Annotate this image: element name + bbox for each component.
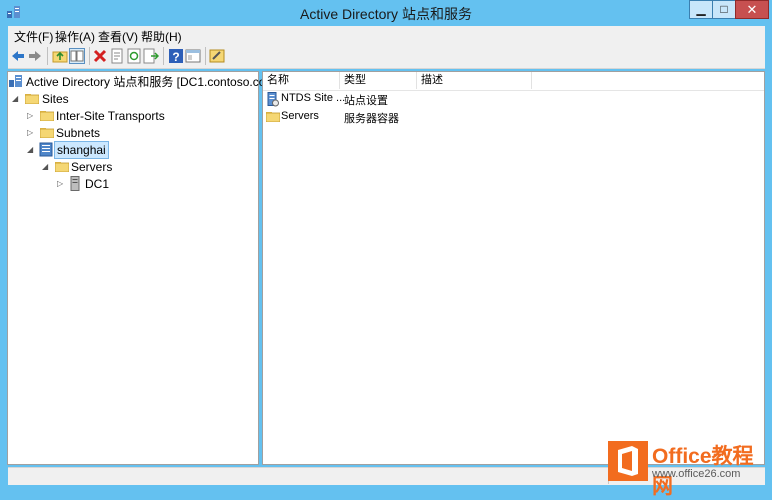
view-icon[interactable] — [185, 48, 201, 64]
tree-item-shanghai[interactable]: ◢ shanghai — [27, 141, 227, 159]
list-item[interactable]: Servers 服务器容器 — [263, 109, 764, 126]
expand-arrow-icon[interactable]: ▷ — [57, 180, 65, 188]
tree-pane[interactable]: Active Directory 站点和服务 [DC1.contoso.com]… — [7, 71, 279, 465]
maximize-icon: □ — [720, 2, 728, 16]
column-header-description[interactable]: 描述 — [417, 72, 532, 89]
toolbar-separator — [47, 47, 48, 65]
menu-action[interactable]: 操作(A) — [55, 28, 95, 45]
app-window: Active Directory 站点和服务 ▁ □ ✕ 文件(F) 操作(A)… — [0, 0, 772, 498]
collapse-arrow-icon[interactable]: ◢ — [12, 95, 20, 103]
tree-sites-label: Sites — [42, 92, 69, 106]
watermark-logo: Office教程网 www.office26.com — [606, 438, 768, 498]
toolbar: ? — [8, 44, 765, 69]
column-header-type[interactable]: 类型 — [340, 72, 417, 89]
tree-servers-label: Servers — [71, 160, 113, 174]
server-icon — [70, 176, 80, 191]
expand-arrow-icon[interactable]: ▷ — [27, 129, 35, 137]
folder-icon — [25, 94, 39, 104]
list-item-type: 站点设置 — [344, 95, 388, 107]
menu-help[interactable]: 帮助(H) — [141, 28, 182, 45]
list-pane[interactable]: 名称 类型 描述 NTDS Site ... 站点设置 Servers 服务器容… — [262, 71, 765, 465]
back-arrow-icon[interactable] — [10, 48, 26, 64]
title-bar[interactable]: Active Directory 站点和服务 ▁ □ ✕ — [0, 0, 772, 24]
toolbar-separator — [205, 47, 206, 65]
menu-file[interactable]: 文件(F) — [14, 28, 53, 45]
tree-item-dc1[interactable]: ▷ DC1 — [57, 176, 257, 192]
svg-text:?: ? — [172, 50, 179, 64]
toolbar-separator — [89, 47, 90, 65]
list-item[interactable]: NTDS Site ... 站点设置 — [263, 91, 764, 108]
collapse-arrow-icon[interactable]: ◢ — [27, 146, 35, 154]
expand-arrow-icon[interactable]: ▷ — [27, 112, 35, 120]
tree-subnets-label: Subnets — [56, 126, 101, 140]
tree-item-inter-site-transports[interactable]: ▷ Inter-Site Transports — [27, 108, 227, 124]
properties-icon[interactable] — [109, 48, 125, 64]
tree-item-servers[interactable]: ◢ Servers — [42, 159, 242, 175]
maximize-button[interactable]: □ — [712, 0, 736, 19]
tree-shanghai-label: shanghai — [54, 141, 109, 159]
list-item-type: 服务器容器 — [344, 113, 399, 125]
delete-icon[interactable] — [92, 48, 108, 64]
tree-item-root[interactable]: Active Directory 站点和服务 [DC1.contoso.com] — [9, 74, 279, 90]
folder-icon — [40, 128, 54, 138]
tree-item-sites[interactable]: ◢ Sites — [12, 91, 212, 107]
close-icon: ✕ — [746, 2, 758, 17]
forward-arrow-icon[interactable] — [27, 48, 43, 64]
menu-bar: 文件(F) 操作(A) 查看(V) 帮助(H) — [8, 26, 765, 44]
watermark-url: www.office26.com — [652, 468, 741, 480]
minimize-icon: ▁ — [696, 2, 706, 16]
tree-item-subnets[interactable]: ▷ Subnets — [27, 125, 227, 141]
minimize-button[interactable]: ▁ — [689, 0, 713, 19]
export-list-icon[interactable] — [143, 48, 159, 64]
tree-inter-site-label: Inter-Site Transports — [56, 109, 165, 123]
site-icon — [39, 142, 53, 157]
list-item-name: NTDS Site ... — [281, 92, 346, 104]
refresh-icon[interactable] — [126, 48, 142, 64]
help-icon[interactable]: ? — [168, 48, 184, 64]
extra-icon[interactable] — [209, 48, 225, 64]
list-item-name: Servers — [281, 110, 319, 122]
office-logo-icon — [608, 441, 648, 481]
column-headers: 名称 类型 描述 — [263, 72, 764, 91]
tree-root-label: Active Directory 站点和服务 [DC1.contoso.com] — [26, 75, 279, 89]
collapse-arrow-icon[interactable]: ◢ — [42, 163, 50, 171]
folder-icon — [55, 162, 69, 172]
close-button[interactable]: ✕ — [735, 0, 769, 19]
window-title: Active Directory 站点和服务 — [300, 6, 472, 22]
ntds-settings-icon — [267, 92, 279, 107]
up-folder-icon[interactable] — [52, 48, 68, 64]
menu-view[interactable]: 查看(V) — [98, 28, 138, 45]
folder-icon — [266, 112, 280, 122]
tree-dc1-label: DC1 — [85, 177, 110, 191]
column-header-name[interactable]: 名称 — [263, 72, 340, 89]
toolbar-separator — [163, 47, 164, 65]
ad-sites-icon — [9, 75, 22, 87]
show-tree-icon[interactable] — [69, 48, 85, 64]
folder-icon — [40, 111, 54, 121]
